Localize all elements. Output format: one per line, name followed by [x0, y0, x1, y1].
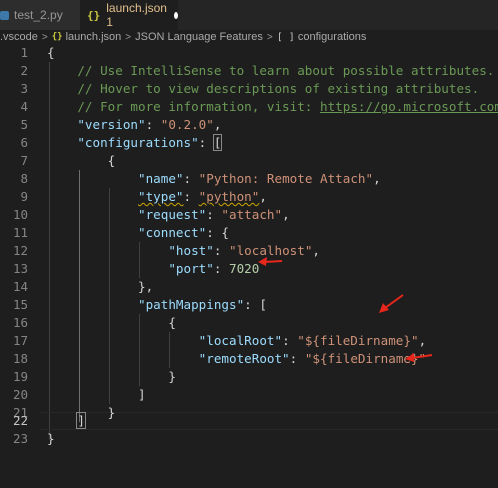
- tab-label: launch.json 1: [106, 1, 167, 29]
- code-line: 12 "host": "localhost",: [0, 242, 498, 260]
- code-line: 6 "configurations": [: [0, 134, 498, 152]
- json-key: "host": [168, 243, 214, 258]
- code-comment: // Hover to view descriptions of existin…: [77, 81, 480, 96]
- json-key: "configurations": [77, 135, 199, 150]
- json-number: 7020: [229, 261, 260, 276]
- line-number: 11: [12, 225, 28, 240]
- code-line: 4 // For more information, visit: https:…: [0, 98, 498, 116]
- comment-link[interactable]: https://go.microsoft.com/fw: [320, 99, 498, 114]
- code-comment: // For more information, visit:: [77, 99, 320, 114]
- code-line: 2 // Use IntelliSense to learn about pos…: [0, 62, 498, 80]
- line-number: 12: [12, 243, 28, 258]
- json-key: "request": [138, 207, 207, 222]
- line-number: 13: [12, 261, 28, 276]
- code-token: [: [259, 297, 267, 312]
- code-line: 7 {: [0, 152, 498, 170]
- code-editor[interactable]: 1 { 2 // Use IntelliSense to learn about…: [0, 44, 498, 488]
- code-line: 3 // Hover to view descriptions of exist…: [0, 80, 498, 98]
- matched-bracket: ]: [76, 412, 86, 429]
- unsaved-dot-icon[interactable]: [173, 11, 178, 19]
- json-key: "pathMappings": [138, 297, 245, 312]
- json-string: "${fileDirname}": [297, 333, 419, 348]
- code-comment: // Use IntelliSense to learn about possi…: [77, 63, 495, 78]
- code-line: 13 "port": 7020: [0, 260, 498, 278]
- breadcrumb-leaf[interactable]: configurations: [298, 31, 367, 43]
- json-string: "0.2.0": [160, 117, 214, 132]
- code-line: 17 "localRoot": "${fileDirname}",: [0, 332, 498, 350]
- code-line: 19 }: [0, 368, 498, 386]
- code-token: ]: [138, 387, 146, 402]
- line-number: 18: [12, 351, 28, 366]
- json-string: "attach": [221, 207, 283, 222]
- code-line: 8 "name": "Python: Remote Attach",: [0, 170, 498, 188]
- line-number: 15: [12, 297, 28, 312]
- code-line: 23 }: [0, 430, 498, 448]
- annotation-arrow-icon: [379, 294, 404, 313]
- line-number: 23: [12, 431, 28, 446]
- json-key: "name": [138, 171, 184, 186]
- code-token: },: [138, 279, 154, 294]
- json-key: "version": [77, 117, 146, 132]
- code-token: {: [107, 153, 116, 168]
- line-number: 14: [12, 279, 28, 294]
- code-line: 15 "pathMappings": [: [0, 296, 498, 314]
- code-line: 14 },: [0, 278, 498, 296]
- line-number: 19: [12, 369, 28, 384]
- code-line: 20 ]: [0, 386, 498, 404]
- breadcrumb-folder[interactable]: .vscode: [0, 31, 38, 43]
- line-number: 3: [20, 81, 28, 96]
- code-token: }: [168, 369, 176, 384]
- annotation-arrow-icon: [405, 353, 433, 362]
- code-line: 16 {: [0, 314, 498, 332]
- json-key: "remoteRoot": [198, 351, 290, 366]
- tab-label: test_2.py: [14, 8, 63, 22]
- line-number: 2: [20, 63, 28, 78]
- json-file-icon: {}: [51, 32, 63, 42]
- json-key: "port": [168, 261, 214, 276]
- json-key: "connect": [138, 225, 207, 240]
- chevron-right-icon: >: [125, 31, 132, 43]
- line-number: 10: [12, 207, 28, 222]
- line-number: 9: [20, 189, 28, 204]
- chevron-right-icon: >: [266, 31, 273, 43]
- line-number: 6: [20, 135, 28, 150]
- line-number: 1: [20, 45, 28, 60]
- json-string: "python": [198, 189, 260, 204]
- json-key: "type": [138, 189, 184, 204]
- code-line: 11 "connect": {: [0, 224, 498, 242]
- code-line: 9 "type": "python",: [0, 188, 498, 206]
- annotation-arrow-icon: [258, 257, 283, 266]
- tab-launch-json[interactable]: {} launch.json 1: [80, 0, 178, 30]
- line-number: 22: [12, 413, 28, 428]
- code-line: 5 "version": "0.2.0",: [0, 116, 498, 134]
- code-token: {: [47, 45, 55, 60]
- tab-bar: test_2.py {} launch.json 1: [0, 0, 498, 30]
- breadcrumb-file[interactable]: launch.json: [66, 31, 122, 43]
- json-file-icon: {}: [87, 8, 101, 22]
- breadcrumb: .vscode > {} launch.json > JSON Language…: [0, 30, 498, 44]
- line-number: 7: [20, 153, 28, 168]
- chevron-right-icon: >: [41, 31, 48, 43]
- code-line: 10 "request": "attach",: [0, 206, 498, 224]
- json-key: "localRoot": [198, 333, 283, 348]
- array-icon: [ ]: [276, 31, 295, 43]
- code-token: }: [47, 431, 55, 446]
- code-token: {: [168, 315, 176, 330]
- line-number: 16: [12, 315, 28, 330]
- code-line: 1 {: [0, 44, 498, 62]
- line-number: 20: [12, 387, 28, 402]
- line-number: 8: [20, 171, 28, 186]
- code-token: {: [221, 225, 230, 240]
- line-number: 5: [20, 117, 28, 132]
- line-number: 4: [20, 99, 28, 114]
- python-file-icon: [0, 10, 9, 20]
- line-number: 17: [12, 333, 28, 348]
- breadcrumb-section[interactable]: JSON Language Features: [135, 31, 263, 43]
- matched-bracket: [: [212, 134, 223, 151]
- json-string: "Python: Remote Attach": [198, 171, 374, 186]
- code-line-active: 22 ]: [0, 412, 498, 430]
- tab-test-2-py[interactable]: test_2.py: [0, 0, 80, 30]
